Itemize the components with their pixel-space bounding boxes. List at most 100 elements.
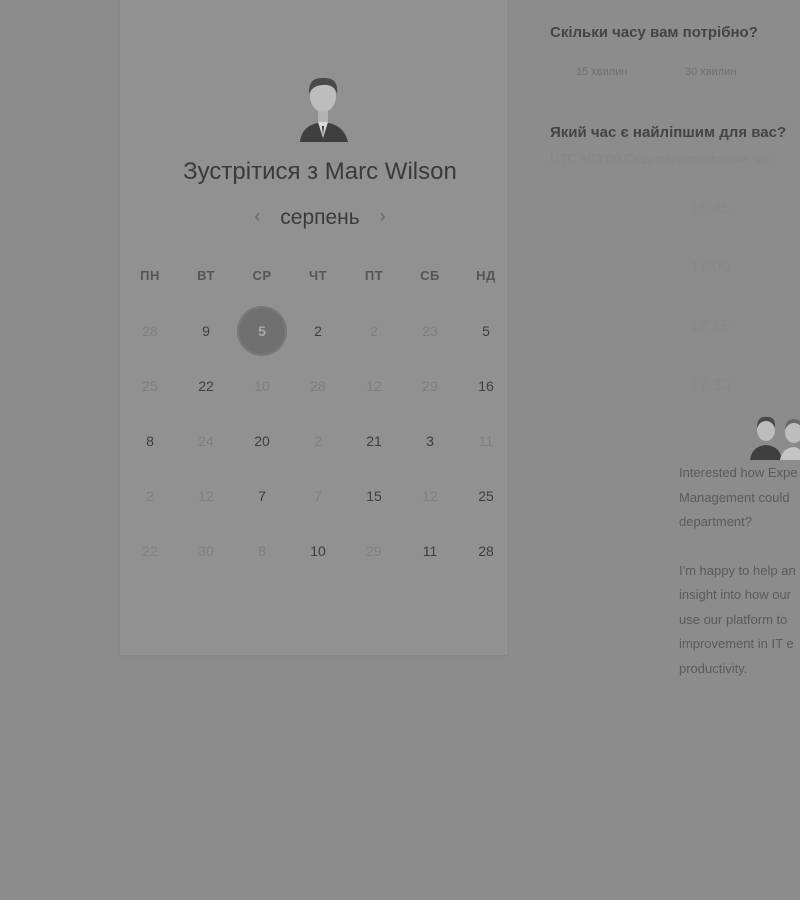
message-line: insight into how our bbox=[679, 587, 792, 602]
day-number: 8 bbox=[258, 542, 266, 559]
duration-question: Скільки часу вам потрібно? bbox=[550, 24, 758, 41]
chevron-right-icon[interactable]: › bbox=[366, 206, 400, 227]
calendar-day: 7 bbox=[290, 468, 346, 523]
day-number: 15 bbox=[366, 487, 382, 504]
calendar-day: 11 bbox=[458, 413, 514, 468]
calendar-day: 12 bbox=[178, 468, 234, 523]
day-number: 25 bbox=[142, 377, 158, 394]
day-number: 10 bbox=[310, 542, 326, 559]
message-line: Management could bbox=[679, 489, 790, 505]
day-number: 3 bbox=[426, 432, 434, 449]
calendar-day: 2 bbox=[122, 468, 178, 523]
day-number: 29 bbox=[366, 542, 382, 559]
calendar-day: 8 bbox=[234, 523, 290, 578]
calendar-day: 29 bbox=[346, 523, 402, 578]
day-number: 11 bbox=[422, 542, 438, 559]
day-number: 20 bbox=[254, 432, 270, 449]
day-number: 22 bbox=[198, 377, 214, 394]
day-number: 12 bbox=[198, 487, 214, 504]
day-number: 10 bbox=[254, 377, 270, 394]
calendar-day[interactable]: 16 bbox=[458, 358, 514, 413]
weekday-label: СБ bbox=[420, 268, 440, 283]
time-slot[interactable]: 17:00 bbox=[690, 259, 730, 277]
calendar-day[interactable]: 10 bbox=[290, 523, 346, 578]
calendar-day: 23 bbox=[402, 303, 458, 358]
calendar-day: 12 bbox=[402, 468, 458, 523]
day-number: 23 bbox=[422, 322, 438, 339]
weekday-label: СР bbox=[252, 268, 272, 283]
day-number: 28 bbox=[142, 322, 158, 339]
weekday-label: ПТ bbox=[364, 268, 384, 283]
calendar-day: 28 bbox=[122, 303, 178, 358]
duration-options: 15 хвилин 30 хвилин bbox=[550, 66, 800, 86]
weekday-header: ПН ВТ СР ЧТ ПТ СБ НД bbox=[122, 268, 514, 283]
day-number: 21 bbox=[366, 432, 382, 449]
day-number: 24 bbox=[198, 432, 214, 449]
calendar-day: 10 bbox=[234, 358, 290, 413]
message-line: productivity. bbox=[679, 660, 748, 676]
team-avatars bbox=[750, 416, 800, 460]
day-number: 9 bbox=[202, 322, 210, 339]
day-number: 12 bbox=[422, 487, 438, 504]
day-number: 29 bbox=[422, 377, 438, 394]
calendar-day[interactable]: 3 bbox=[402, 413, 458, 468]
calendar-day[interactable]: 15 bbox=[346, 468, 402, 523]
time-slot[interactable]: 17:15 bbox=[690, 318, 730, 336]
day-number: 8 bbox=[146, 432, 154, 449]
duration-option-30[interactable]: 30 хвилин bbox=[685, 66, 736, 78]
month-label: серпень bbox=[280, 206, 360, 229]
chevron-left-icon[interactable]: ‹ bbox=[240, 206, 274, 227]
calendar-day: 24 bbox=[178, 413, 234, 468]
timezone-label[interactable]: UTC +03:00 Східноєвропейський час bbox=[550, 151, 800, 166]
calendar-day: 30 bbox=[178, 523, 234, 578]
calendar-day: 2 bbox=[346, 303, 402, 358]
day-number: 2 bbox=[314, 432, 322, 449]
calendar-grid: 28 9 5 2 2 23 5 25 22 10 28 12 29 16 8 24 20 2 21 3 11 2 12 7 7 1… bbox=[122, 303, 514, 578]
weekday-label: НД bbox=[476, 268, 496, 283]
calendar-day: 12 bbox=[346, 358, 402, 413]
host-avatar bbox=[300, 77, 348, 142]
duration-option-15[interactable]: 15 хвилин bbox=[576, 66, 627, 78]
day-number: 5 bbox=[482, 322, 490, 339]
message-line: improvement in IT e bbox=[679, 636, 794, 651]
time-question: Який час є найліпшим для вас? bbox=[550, 124, 787, 141]
day-number: 2 bbox=[370, 322, 378, 339]
calendar-day[interactable]: 28 bbox=[458, 523, 514, 578]
day-number: 30 bbox=[198, 542, 214, 559]
day-number: 11 bbox=[478, 432, 494, 449]
calendar-day[interactable]: 8 bbox=[122, 413, 178, 468]
weekday-label: ВТ bbox=[197, 268, 215, 283]
calendar-day: 29 bbox=[402, 358, 458, 413]
page-title: Зустрітися з Marc Wilson bbox=[183, 158, 457, 185]
weekday-label: ЧТ bbox=[308, 268, 328, 283]
time-slot[interactable]: 17:30 bbox=[690, 377, 730, 395]
time-slot[interactable]: 16:45 bbox=[690, 200, 730, 218]
day-number: 25 bbox=[478, 487, 494, 504]
calendar-day: 22 bbox=[122, 523, 178, 578]
day-number: 7 bbox=[314, 487, 322, 504]
day-number: 28 bbox=[478, 542, 494, 559]
calendar-day-selected[interactable]: 5 bbox=[234, 303, 290, 358]
message-line: use our platform to bbox=[679, 611, 788, 627]
calendar-day[interactable]: 11 bbox=[402, 523, 458, 578]
message-line: I'm happy to help an bbox=[679, 562, 796, 578]
calendar-day[interactable]: 9 bbox=[178, 303, 234, 358]
day-number: 28 bbox=[310, 377, 326, 394]
day-number: 16 bbox=[478, 377, 494, 394]
day-number: 2 bbox=[314, 322, 322, 339]
weekday-label: ПН bbox=[140, 268, 160, 283]
calendar-day: 28 bbox=[290, 358, 346, 413]
calendar-day[interactable]: 2 bbox=[290, 303, 346, 358]
calendar-day[interactable]: 20 bbox=[234, 413, 290, 468]
calendar-day[interactable]: 5 bbox=[458, 303, 514, 358]
message-line: department? bbox=[679, 514, 752, 529]
day-number: 5 bbox=[258, 322, 266, 339]
calendar-day[interactable]: 25 bbox=[458, 468, 514, 523]
calendar-day: 25 bbox=[122, 358, 178, 413]
calendar-day[interactable]: 7 bbox=[234, 468, 290, 523]
host-message: Interested how Expe Management could dep… bbox=[679, 461, 800, 681]
day-number: 7 bbox=[258, 487, 266, 504]
month-navigation: ‹ серпень › bbox=[120, 206, 520, 230]
calendar-day[interactable]: 22 bbox=[178, 358, 234, 413]
calendar-day[interactable]: 21 bbox=[346, 413, 402, 468]
